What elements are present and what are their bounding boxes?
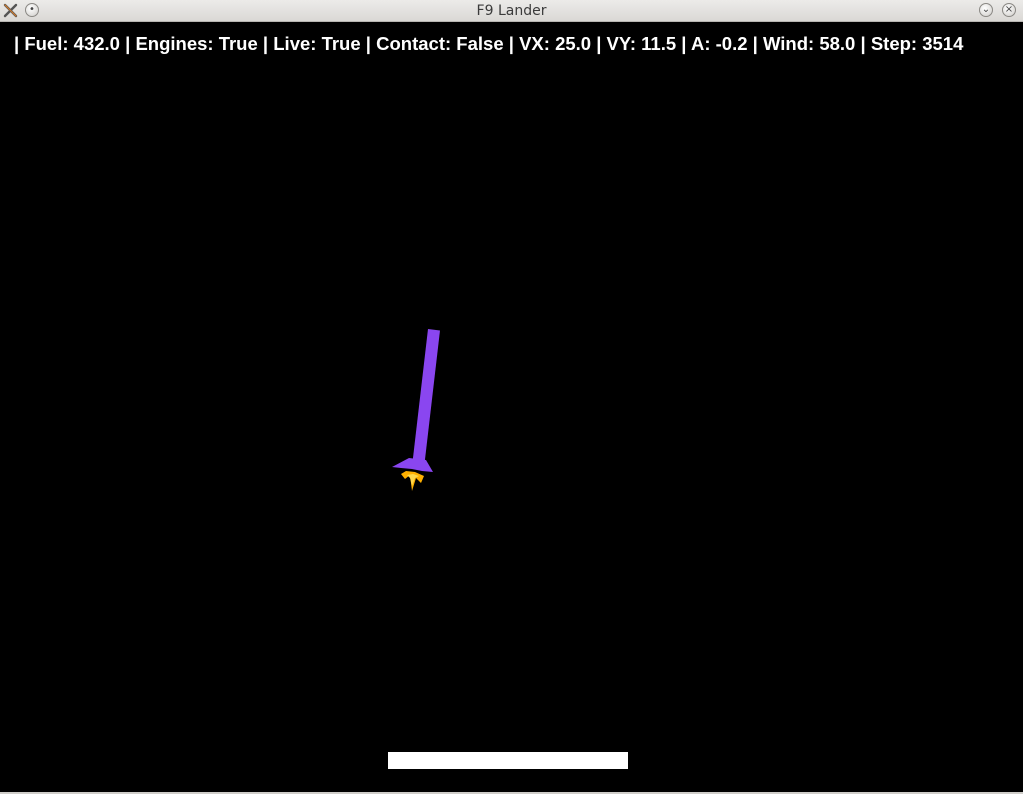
rocket-layer xyxy=(392,329,440,491)
rocket-legs xyxy=(392,458,433,472)
chevron-down-icon[interactable]: ⌄ xyxy=(979,3,993,17)
title-bar[interactable]: • F9 Lander ⌄ × xyxy=(0,0,1023,22)
game-canvas[interactable]: | Fuel: 432.0 | Engines: True | Live: Tr… xyxy=(0,23,1023,792)
rocket xyxy=(392,329,440,491)
rocket-body xyxy=(412,329,440,468)
game-window: • F9 Lander ⌄ × | Fuel: 432.0 | Engines:… xyxy=(0,0,1023,794)
window-title: F9 Lander xyxy=(476,3,547,19)
landing-pad xyxy=(388,752,628,769)
close-icon[interactable]: × xyxy=(1002,3,1016,17)
